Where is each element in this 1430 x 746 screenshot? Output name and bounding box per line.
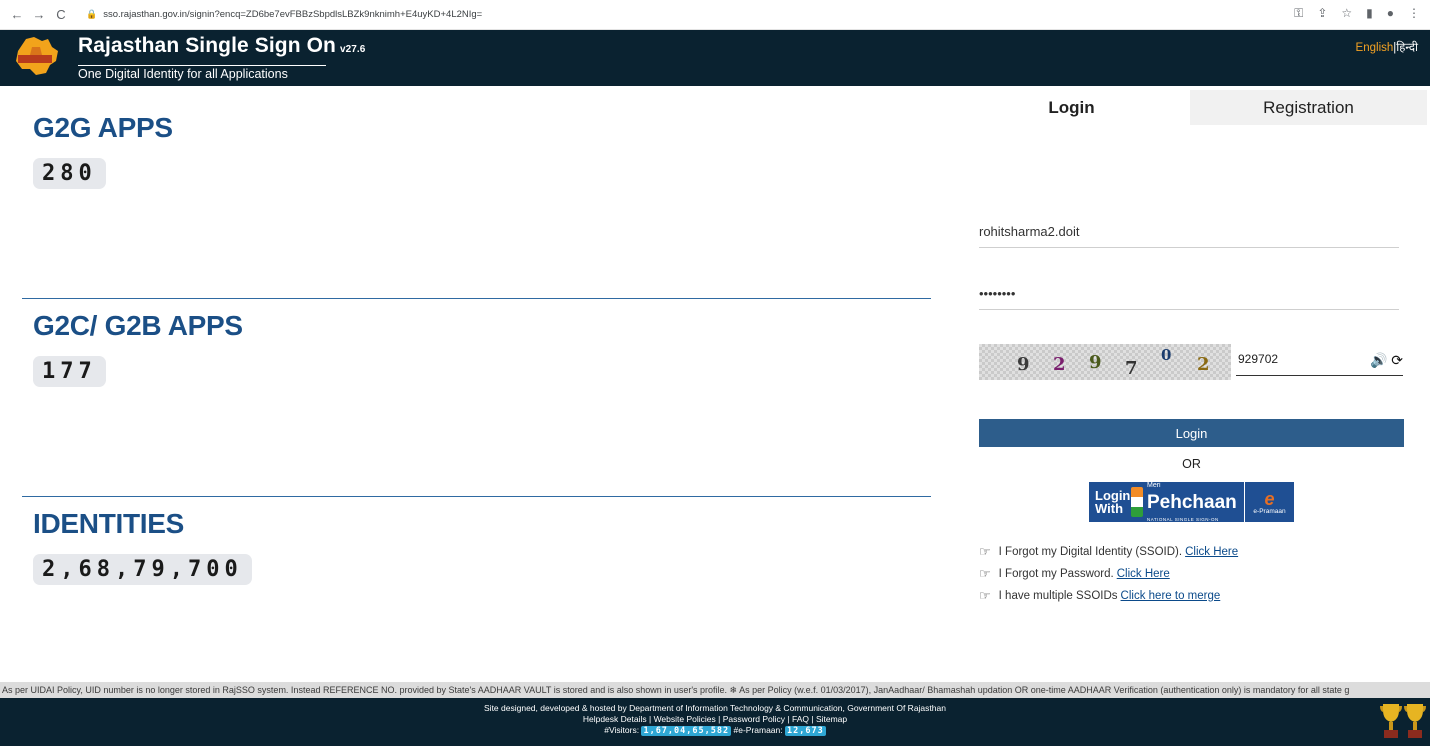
lang-english-link[interactable]: English [1356,42,1394,54]
auth-panel: Login Registration rohitsharma2.doit •••… [953,86,1430,660]
tab-login[interactable]: Login [953,90,1190,125]
help-item: ☞ I have multiple SSOIDs Click here to m… [979,588,1221,603]
sidepanel-icon[interactable]: ▮ [1366,6,1373,21]
meri-pehchaan-button[interactable]: Login With Meri Pehchaan NATIONAL SINGLE… [1089,482,1294,522]
page-subtitle: One Digital Identity for all Application… [78,65,326,81]
merge-ssoid-link[interactable]: Click here to merge [1121,590,1221,602]
help-links: ☞ I Forgot my Digital Identity (SSOID). … [979,541,1238,607]
audio-icon[interactable]: 🔊 [1370,352,1387,368]
site-header: Rajasthan Single Sign On v27.6 One Digita… [0,30,1430,86]
lang-hindi-link[interactable]: हिन्दी [1396,42,1418,54]
faq-link[interactable]: FAQ [792,714,809,724]
back-icon[interactable]: ← [8,6,26,24]
password-policy-link[interactable]: Password Policy [723,714,785,724]
language-switcher: English|हिन्दी [1355,42,1418,54]
footer-links: Helpdesk Details | Website Policies | Pa… [582,714,848,724]
stat-counter: 2,68,79,700 [33,554,252,585]
address-bar[interactable]: sso.rajasthan.gov.in/signin?encq=ZD6be7e… [103,9,482,20]
password-input[interactable]: •••••••• [979,278,1399,310]
version-label: v27.6 [339,44,366,55]
forward-icon[interactable]: → [30,6,48,24]
visitor-counter: 1,67,04,65,582 [641,726,732,736]
helpdesk-link[interactable]: Helpdesk Details [583,714,647,724]
login-button[interactable]: Login [979,419,1404,447]
flag-icon [1131,487,1143,517]
stat-title: IDENTITIES [33,508,185,539]
divider [22,298,931,299]
pointing-hand-icon: ☞ [979,588,991,603]
or-separator: OR [1182,457,1201,471]
browser-toolbar: ← → C 🔒 sso.rajasthan.gov.in/signin?encq… [0,0,1430,30]
notice-ticker: As per UIDAI Policy, UID number is no lo… [0,682,1430,698]
menu-icon[interactable]: ⋮ [1408,6,1420,21]
stat-title: G2C/ G2B APPS [33,310,243,341]
divider [22,496,931,497]
footer-counters: #Visitors: 1,67,04,65,582 #e-Pramaan: 12… [604,725,826,736]
pointing-hand-icon: ☞ [979,566,991,581]
key-icon[interactable]: ⚿ [1294,6,1303,21]
refresh-icon[interactable]: ⟳ [1391,352,1403,368]
tab-registration[interactable]: Registration [1190,90,1427,125]
reload-icon[interactable]: C [52,6,70,24]
stat-identities: IDENTITIES 2,68,79,700 [33,508,252,585]
stat-title: G2G APPS [33,112,173,143]
stat-counter: 177 [33,356,106,387]
share-icon[interactable]: ⇪ [1317,6,1327,21]
epramaan-counter: 12,673 [785,726,826,736]
website-policies-link[interactable]: Website Policies [654,714,716,724]
captcha-row: 9 2 9 7 0 2 929702 🔊 ⟳ [979,344,1403,380]
sitemap-link[interactable]: Sitemap [816,714,847,724]
auth-tabs: Login Registration [953,90,1427,125]
forgot-password-link[interactable]: Click Here [1117,568,1170,580]
username-input[interactable]: rohitsharma2.doit [979,216,1399,248]
captcha-image: 9 2 9 7 0 2 [979,344,1231,380]
footer-credit: Site designed, developed & hosted by Dep… [484,703,946,713]
forgot-ssoid-link[interactable]: Click Here [1185,546,1238,558]
help-item: ☞ I Forgot my Password. Click Here [979,566,1170,581]
rajasthan-logo[interactable] [12,35,60,77]
profile-icon[interactable]: ● [1387,6,1394,21]
help-item: ☞ I Forgot my Digital Identity (SSOID). … [979,544,1239,559]
site-footer: Site designed, developed & hosted by Dep… [0,698,1430,746]
pointing-hand-icon: ☞ [979,544,991,559]
trophy-icon [1404,704,1426,738]
stat-g2c: G2C/ G2B APPS 177 [33,310,243,387]
epramaan-logo: e e-Pramaan [1244,482,1294,522]
star-icon[interactable]: ☆ [1341,6,1352,21]
stat-counter: 280 [33,158,106,189]
stat-g2g: G2G APPS 280 [33,112,173,189]
lock-icon: 🔒 [86,9,98,19]
page-title: Rajasthan Single Sign On v27.6 [78,34,366,57]
trophy-icon [1380,704,1402,738]
stats-panel: G2G APPS 280 G2C/ G2B APPS 177 IDENTITIE… [0,86,953,660]
